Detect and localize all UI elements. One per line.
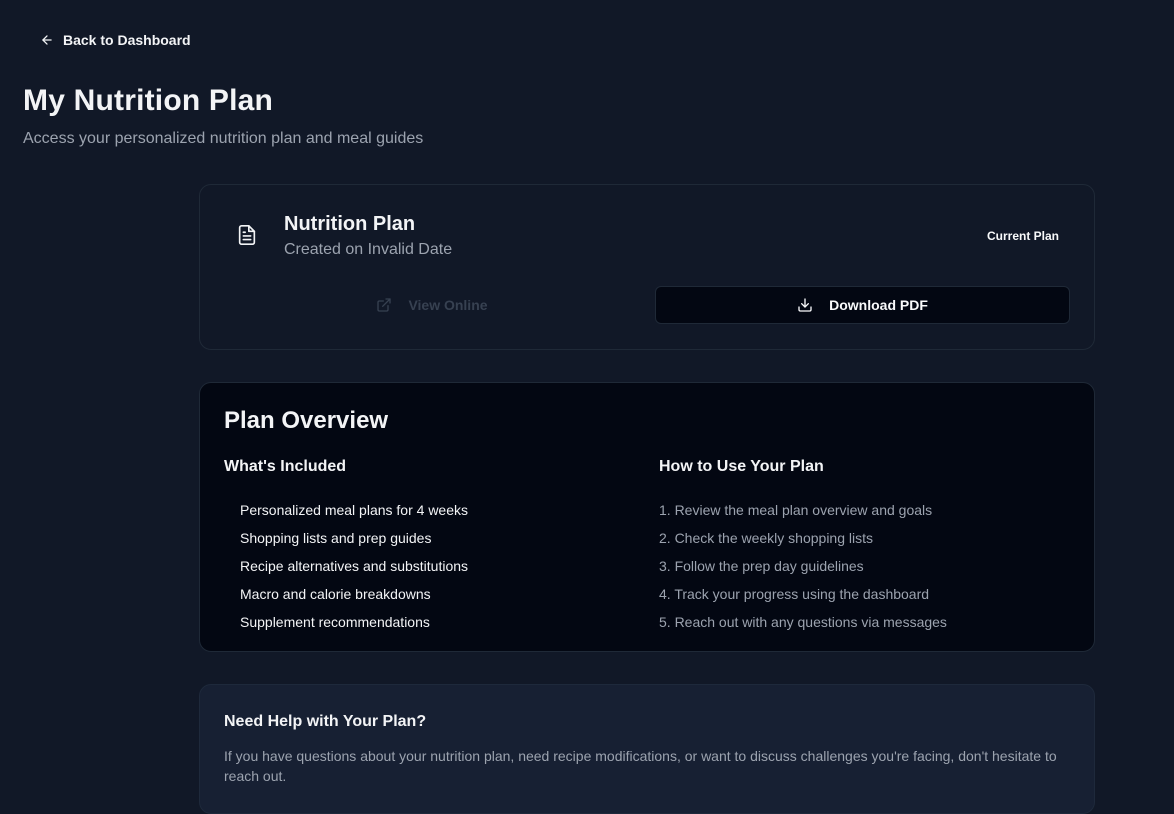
current-plan-badge: Current Plan bbox=[986, 229, 1059, 243]
list-item: Personalized meal plans for 4 weeks bbox=[240, 502, 469, 518]
how-to-list: 1. Review the meal plan overview and goa… bbox=[659, 496, 1079, 636]
how-to-use-heading: How to Use Your Plan bbox=[659, 458, 824, 475]
list-item: Shopping lists and prep guides bbox=[240, 530, 432, 546]
download-icon bbox=[798, 298, 812, 312]
view-online-button[interactable]: View Online bbox=[224, 286, 640, 324]
plan-created-date: Created on Invalid Date bbox=[284, 241, 453, 258]
file-text-icon bbox=[238, 225, 256, 245]
back-link-label: Back to Dashboard bbox=[63, 32, 191, 48]
whats-included-heading: What's Included bbox=[224, 458, 347, 475]
page-title: My Nutrition Plan bbox=[23, 84, 274, 117]
how-to-use-column: How to Use Your Plan 1. Review the meal … bbox=[659, 458, 1079, 636]
download-pdf-button[interactable]: Download PDF bbox=[655, 286, 1070, 324]
list-item: Supplement recommendations bbox=[240, 614, 430, 630]
list-item: Recipe alternatives and substitutions bbox=[240, 558, 469, 574]
list-item: 1. Review the meal plan overview and goa… bbox=[659, 502, 933, 518]
back-to-dashboard-link[interactable]: Back to Dashboard bbox=[38, 29, 193, 51]
list-item: Macro and calorie breakdowns bbox=[240, 586, 431, 602]
list-item: 2. Check the weekly shopping lists bbox=[659, 530, 873, 546]
page-subtitle: Access your personalized nutrition plan … bbox=[23, 130, 424, 147]
arrow-left-icon bbox=[42, 35, 52, 45]
help-text: If you have questions about your nutriti… bbox=[224, 748, 1057, 784]
whats-included-column: What's Included Personalized meal plans … bbox=[224, 458, 644, 636]
help-title: Need Help with Your Plan? bbox=[224, 713, 427, 730]
help-card: Need Help with Your Plan? If you have qu… bbox=[199, 684, 1095, 814]
view-online-label: View Online bbox=[408, 297, 488, 313]
external-link-icon bbox=[377, 298, 392, 312]
included-list: Personalized meal plans for 4 weeks Shop… bbox=[224, 496, 644, 636]
plan-title: Nutrition Plan bbox=[284, 213, 416, 235]
nutrition-plan-card: Nutrition Plan Created on Invalid Date C… bbox=[199, 184, 1095, 350]
download-pdf-label: Download PDF bbox=[829, 297, 928, 313]
list-item: 5. Reach out with any questions via mess… bbox=[659, 614, 947, 630]
list-item: 3. Follow the prep day guidelines bbox=[659, 558, 864, 574]
overview-title: Plan Overview bbox=[224, 407, 389, 434]
plan-overview-card: Plan Overview What's Included Personaliz… bbox=[199, 382, 1095, 652]
list-item: 4. Track your progress using the dashboa… bbox=[659, 586, 930, 602]
